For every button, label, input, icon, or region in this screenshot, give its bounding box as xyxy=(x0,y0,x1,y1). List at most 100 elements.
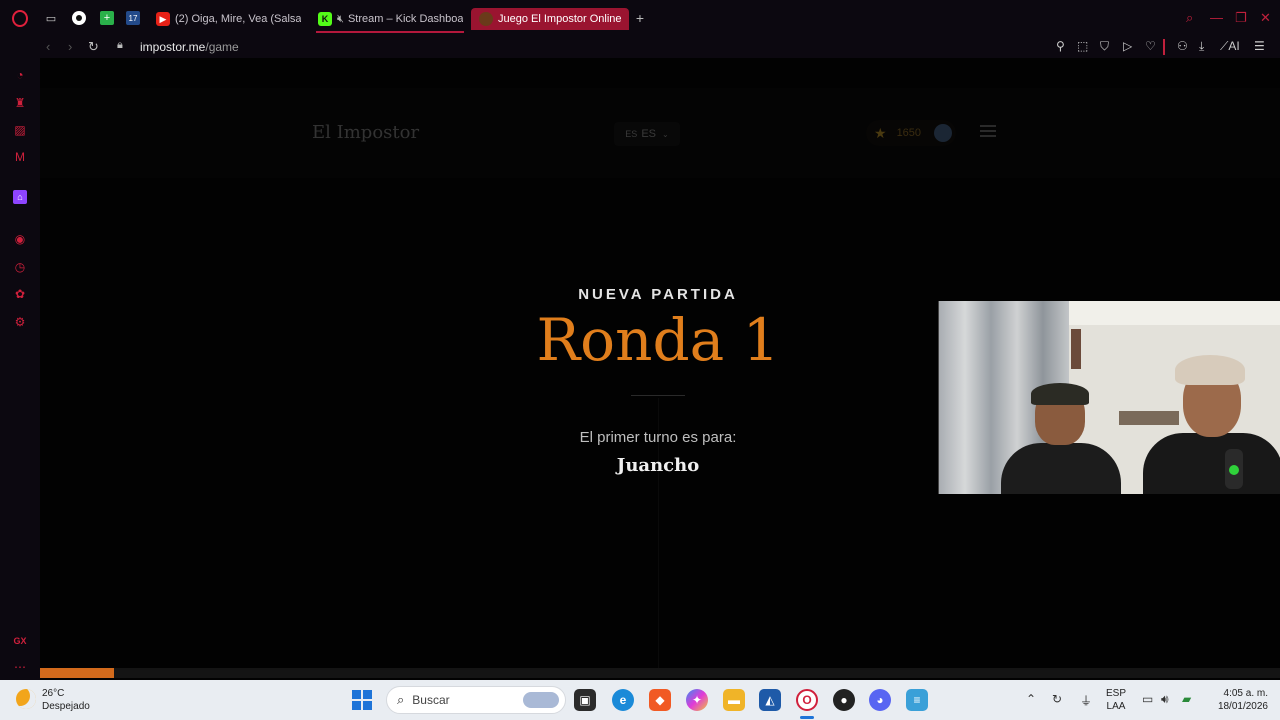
task-view-icon[interactable]: ▣ xyxy=(574,689,596,711)
pinned-tab-icon[interactable] xyxy=(72,11,86,25)
moon-weather-icon[interactable] xyxy=(16,689,36,709)
star-icon: ★ xyxy=(874,124,887,141)
progress-fill xyxy=(40,668,115,678)
pin-icon[interactable]: ⚲ xyxy=(1056,39,1065,53)
notepad-icon[interactable]: ≡ xyxy=(906,689,928,711)
search-tabs-icon[interactable]: ⌕ xyxy=(1186,10,1193,26)
easy-setup-menu-icon[interactable]: ☰ xyxy=(1254,39,1265,53)
file-explorer-icon[interactable]: ▬ xyxy=(723,689,745,711)
network-icon[interactable]: ▭ xyxy=(1142,692,1153,706)
tab-el-impostor[interactable]: Juego El Impostor Online xyxy=(471,8,629,30)
edge-icon[interactable]: e xyxy=(612,689,634,711)
hamburger-menu-icon[interactable] xyxy=(980,125,996,137)
weather-widget[interactable]: 26°C Despejado xyxy=(42,687,90,713)
progress-bar xyxy=(40,668,1280,678)
browser-tab-bar: ▭ + 17 ▶ (2) Oiga, Mire, Vea (Salsa) K 🔇… xyxy=(0,0,1280,36)
coins-count: 1650 xyxy=(896,127,922,139)
account-icon[interactable]: ⚇ xyxy=(1177,39,1188,53)
impostor-favicon-icon xyxy=(479,12,493,26)
browser-sidebar: ◔ ♜ ▨ M ⌂ ◉ ◷ ✿ ⚙ GX ⋯ xyxy=(0,58,40,680)
address-bar: ‹ › ↻ 🔒︎ impostor.me/game ⚲ ⬚ ⛉ ▷ ♡ ⚇ ⤓ … xyxy=(0,36,1280,58)
webcam-person-right xyxy=(1143,349,1280,494)
language-code: ES xyxy=(641,128,656,140)
windows-start-icon[interactable] xyxy=(352,690,372,710)
copilot-icon[interactable]: ✦ xyxy=(686,689,708,711)
gmail-icon[interactable]: M xyxy=(13,150,27,164)
forward-icon[interactable]: › xyxy=(68,39,72,54)
obs-icon[interactable]: ● xyxy=(833,689,855,711)
sync-icon[interactable]: ↻ xyxy=(1052,692,1062,706)
brave-icon[interactable]: ◆ xyxy=(649,689,671,711)
webcam-picture-frame xyxy=(1071,329,1081,369)
title-divider xyxy=(631,395,685,396)
volume-icon[interactable]: 🔊︎ xyxy=(1161,692,1169,707)
gx-corner-icon[interactable]: ♜ xyxy=(13,96,27,110)
weather-temp: 26°C xyxy=(42,688,65,699)
clock[interactable]: 4:05 a. m. 18/01/2026 xyxy=(1206,687,1268,713)
snapshot-icon[interactable]: ⬚ xyxy=(1077,39,1088,53)
twitch-icon[interactable]: ⌂ xyxy=(13,190,27,204)
gx-cleaner-icon[interactable]: ▨ xyxy=(13,123,27,137)
pinned-calendar-icon[interactable]: 17 xyxy=(126,11,140,25)
clock-date: 18/01/2026 xyxy=(1217,701,1268,712)
url-field[interactable]: impostor.me/game xyxy=(140,40,239,54)
tab-youtube[interactable]: ▶ (2) Oiga, Mire, Vea (Salsa) xyxy=(156,8,301,30)
close-icon[interactable]: ✕ xyxy=(1260,10,1271,26)
language-flag: ES xyxy=(625,129,638,139)
tab-label: Stream – Kick Dashboard xyxy=(347,13,463,25)
play-icon[interactable]: ▷ xyxy=(1123,39,1132,53)
webcam-ceiling xyxy=(1069,301,1280,325)
discord-icon[interactable]: ◕ xyxy=(869,689,891,711)
youtube-icon: ▶ xyxy=(156,12,170,26)
avatar[interactable] xyxy=(934,124,952,142)
minimize-icon[interactable]: — xyxy=(1210,10,1223,25)
chevron-down-icon: ⌄ xyxy=(662,129,669,139)
microphone-led xyxy=(1229,465,1239,475)
restore-icon[interactable]: ❐ xyxy=(1235,10,1247,26)
tab-switcher-icon[interactable]: ▭ xyxy=(44,11,58,25)
opera-logo-icon[interactable] xyxy=(12,10,28,27)
active-app-indicator xyxy=(800,716,814,719)
language-selector[interactable]: ES ES ⌄ xyxy=(614,122,680,146)
language-top: ESP xyxy=(1106,688,1127,699)
lock-icon[interactable]: 🔒︎ xyxy=(117,39,123,52)
heart-icon[interactable]: ♡ xyxy=(1145,39,1156,53)
more-icon[interactable]: ⋯ xyxy=(13,660,27,674)
history-icon[interactable]: ◷ xyxy=(13,260,27,274)
site-logo[interactable]: El Impostor xyxy=(312,122,419,143)
windows-taskbar: 26°C Despejado ⌕ Buscar ▣ e ◆ ✦ ▬ ◭ O ● … xyxy=(0,680,1280,720)
player-icon[interactable]: ◉ xyxy=(13,232,27,246)
shield-icon[interactable]: ⛉ xyxy=(1100,39,1109,54)
url-path: /game xyxy=(205,40,239,54)
gx-label[interactable]: GX xyxy=(13,634,27,648)
extensions-icon[interactable]: ✿ xyxy=(13,287,27,301)
settings-icon[interactable]: ⚙ xyxy=(13,315,27,329)
url-host: impostor.me xyxy=(140,40,206,54)
webcam-person-left xyxy=(1001,383,1121,494)
ai-label: AI xyxy=(1228,39,1240,53)
reload-icon[interactable]: ↻ xyxy=(88,39,99,55)
taskbar-search[interactable]: ⌕ Buscar xyxy=(386,686,566,714)
vpn-app-icon[interactable]: ◭ xyxy=(759,689,781,711)
back-icon[interactable]: ‹ xyxy=(46,39,50,54)
search-highlight-icon xyxy=(523,692,559,708)
opera-gx-taskbar-icon[interactable]: O xyxy=(796,689,818,711)
input-language[interactable]: ESP LAA xyxy=(1106,687,1126,713)
search-placeholder: Buscar xyxy=(412,693,450,707)
pinned-sheets-icon[interactable]: + xyxy=(100,11,114,25)
battery-icon[interactable]: ▰ xyxy=(1182,692,1191,706)
language-bottom: LAA xyxy=(1106,701,1126,712)
kick-icon: K xyxy=(318,12,332,26)
download-icon[interactable]: ⤓ xyxy=(1199,39,1204,54)
microphone-icon[interactable]: ⏚ xyxy=(1080,692,1092,709)
tab-label: (2) Oiga, Mire, Vea (Salsa) xyxy=(175,13,301,25)
new-tab-icon[interactable]: + xyxy=(633,10,647,26)
search-icon: ⌕ xyxy=(397,692,405,707)
show-hidden-icons-icon[interactable]: ⌃ xyxy=(1026,692,1036,706)
tab-kick-dashboard[interactable]: K 🔇︎ Stream – Kick Dashboard xyxy=(318,8,463,30)
webcam-overlay xyxy=(938,301,1280,494)
gx-control-icon[interactable]: ◔ xyxy=(13,68,27,82)
coins-badge[interactable]: ★ 1650 xyxy=(866,120,956,146)
ai-button[interactable]: ⟋AI xyxy=(1220,39,1240,54)
muted-speaker-icon[interactable]: 🔇︎ xyxy=(337,13,344,26)
